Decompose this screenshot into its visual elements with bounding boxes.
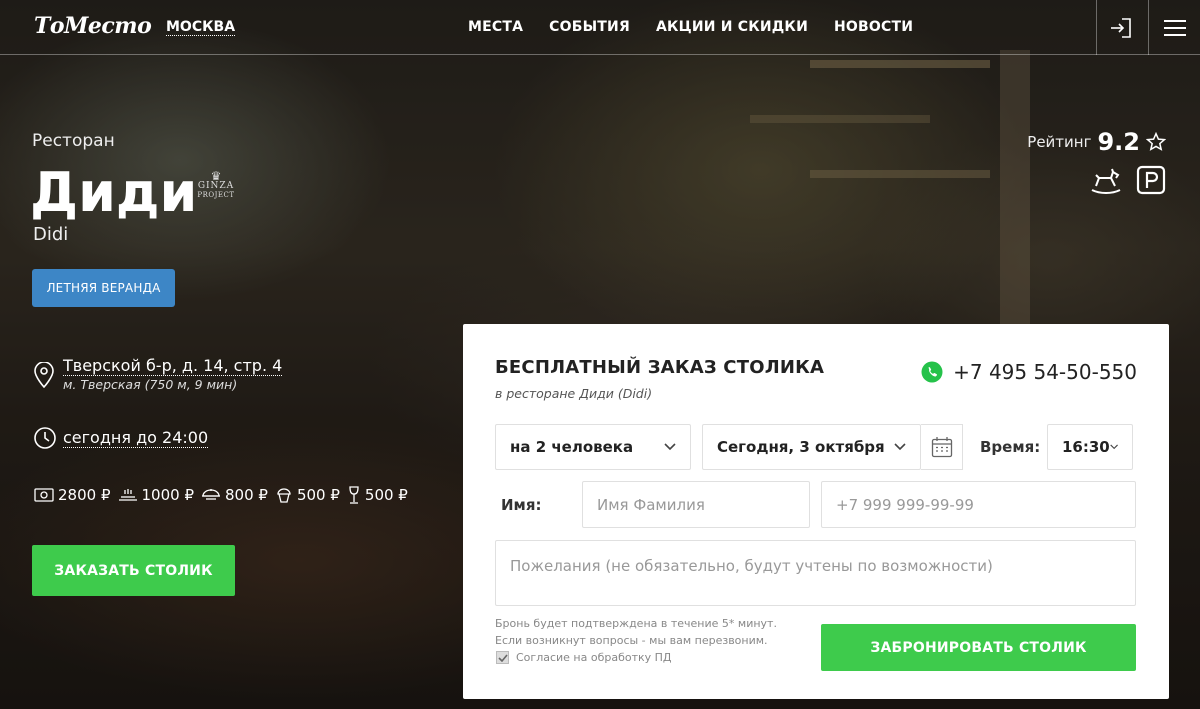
venue-features xyxy=(1090,165,1166,195)
calendar-icon xyxy=(931,437,952,458)
dessert-icon xyxy=(277,488,291,503)
clock-icon xyxy=(34,427,56,449)
parking-icon[interactable] xyxy=(1136,165,1166,195)
name-label: Имя: xyxy=(501,496,542,514)
nav-item-news[interactable]: НОВОСТИ xyxy=(834,19,913,35)
nav-item-promotions[interactable]: АКЦИИ И СКИДКИ xyxy=(656,19,808,35)
chevron-down-icon xyxy=(664,443,676,451)
nav-item-places[interactable]: МЕСТА xyxy=(468,19,523,35)
booking-subtitle: в ресторане Диди (Didi) xyxy=(495,386,653,401)
venue-metro: м. Тверская (750 м, 9 мин) xyxy=(63,377,238,392)
price-dessert: 500 ₽ xyxy=(275,486,340,504)
business-lunch-icon xyxy=(118,489,137,501)
venue-name: Диди xyxy=(30,161,198,224)
venue-address[interactable]: Тверской б-р, д. 14, стр. 4 xyxy=(63,356,283,376)
phone-input[interactable]: +7 999 999-99-99 xyxy=(821,481,1136,528)
kids-rocking-horse-icon[interactable] xyxy=(1090,166,1122,194)
site-logo[interactable]: ТоМесто xyxy=(34,13,152,39)
venue-type: Ресторан xyxy=(32,131,115,151)
phone-number[interactable]: +7 495 54-50-550 xyxy=(953,360,1137,384)
price-business-lunch: 1000 ₽ xyxy=(118,486,194,504)
chevron-down-icon xyxy=(894,443,906,451)
price-wine: 500 ₽ xyxy=(347,486,408,504)
chevron-down-icon xyxy=(1110,444,1118,450)
ginza-project-logo[interactable]: ♛ GINZA PROJECT xyxy=(192,170,240,200)
rating-label: Рейтинг xyxy=(1027,133,1092,151)
consent-checkbox[interactable] xyxy=(496,651,509,664)
calendar-button[interactable] xyxy=(921,424,963,470)
guests-select[interactable]: на 2 человека xyxy=(495,424,691,470)
login-button[interactable] xyxy=(1096,0,1144,55)
order-table-button[interactable]: ЗАКАЗАТЬ СТОЛИК xyxy=(32,545,235,596)
venue-hours[interactable]: сегодня до 24:00 xyxy=(63,428,209,448)
date-select[interactable]: Сегодня, 3 октября xyxy=(702,424,921,470)
booking-form-card: БЕСПЛАТНЫЙ ЗАКАЗ СТОЛИКА в ресторане Дид… xyxy=(463,324,1169,699)
booking-phone[interactable]: +7 495 54-50-550 xyxy=(921,360,1137,384)
time-select[interactable]: 16:30 xyxy=(1047,424,1133,470)
menu-button[interactable] xyxy=(1148,0,1200,55)
login-icon xyxy=(1110,17,1131,38)
time-label: Время: xyxy=(980,438,1041,456)
site-header: ТоМесто МОСКВА МЕСТА СОБЫТИЯ АКЦИИ И СКИ… xyxy=(0,0,1200,55)
city-selector[interactable]: МОСКВА xyxy=(166,19,236,36)
consent-label: Согласие на обработку ПД xyxy=(516,651,672,664)
hot-dish-icon xyxy=(202,489,220,500)
checkmark-icon xyxy=(497,653,508,662)
price-hot-dish: 800 ₽ xyxy=(201,486,268,504)
venue-rating: Рейтинг 9.2 xyxy=(1027,128,1166,156)
name-input[interactable]: Имя Фамилия xyxy=(582,481,810,528)
main-nav: МЕСТА СОБЫТИЯ АКЦИИ И СКИДКИ НОВОСТИ xyxy=(468,19,913,35)
location-pin-icon xyxy=(34,362,54,388)
tag-summer-veranda[interactable]: ЛЕТНЯЯ ВЕРАНДА xyxy=(32,269,175,307)
star-icon[interactable] xyxy=(1146,132,1166,152)
consent-checkbox-row[interactable]: Согласие на обработку ПД xyxy=(496,651,672,664)
rating-value: 9.2 xyxy=(1097,128,1140,156)
book-table-button[interactable]: ЗАБРОНИРОВАТЬ СТОЛИК xyxy=(821,624,1136,671)
price-list: 2800 ₽ 1000 ₽ 800 ₽ 500 ₽ 500 ₽ xyxy=(34,486,408,504)
nav-item-events[interactable]: СОБЫТИЯ xyxy=(549,19,630,35)
bill-icon xyxy=(34,488,54,502)
wine-glass-icon xyxy=(349,486,359,504)
price-average-bill: 2800 ₽ xyxy=(34,486,111,504)
hamburger-icon xyxy=(1163,19,1186,36)
booking-note: Бронь будет подтверждена в течение 5* ми… xyxy=(495,617,777,647)
whatsapp-icon xyxy=(921,361,943,383)
booking-title: БЕСПЛАТНЫЙ ЗАКАЗ СТОЛИКА xyxy=(495,357,825,378)
wishes-textarea[interactable]: Пожелания (не обязательно, будут учтены … xyxy=(495,540,1136,606)
venue-latin-name: Didi xyxy=(33,224,69,245)
